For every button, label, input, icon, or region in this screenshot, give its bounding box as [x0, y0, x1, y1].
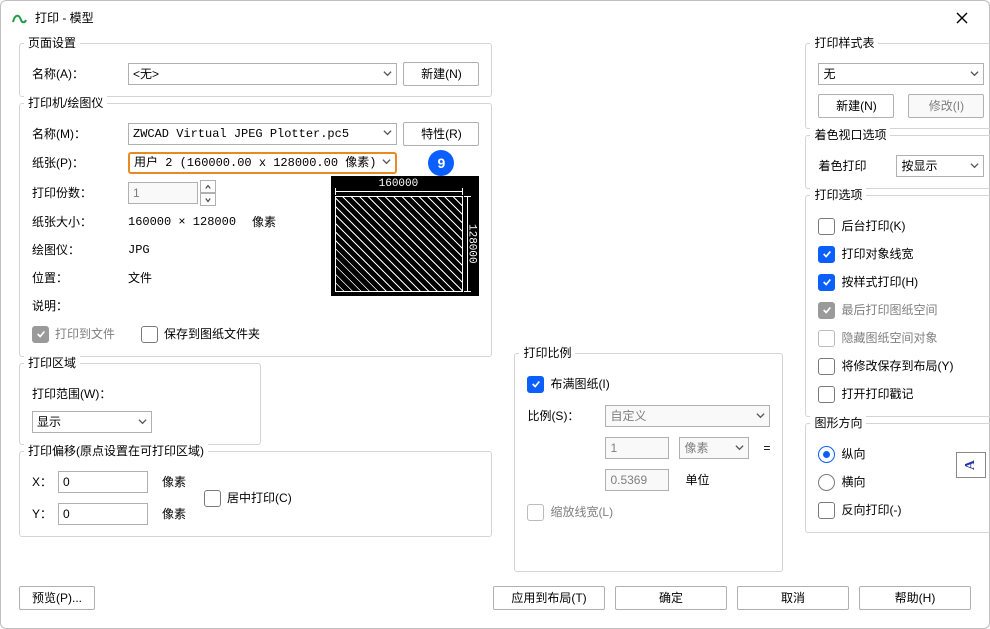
input-offset-x[interactable]: 0 — [58, 471, 148, 493]
label-location: 位置： — [32, 271, 122, 285]
button-ok[interactable]: 确定 — [615, 586, 727, 610]
label-papersize: 纸张大小： — [32, 215, 122, 229]
label-scope: 打印范围(W)： — [32, 387, 111, 401]
button-preview[interactable]: 预览(P)... — [19, 586, 95, 610]
spinner-copies[interactable]: 1 — [128, 180, 216, 206]
close-icon — [956, 12, 968, 24]
group-orientation: 图形方向 纵向 横向 反向打印(-) A — [805, 423, 990, 533]
combo-printer-name[interactable]: ZWCAD Virtual JPEG Plotter.pc5 — [128, 123, 397, 145]
combo-plot-style[interactable]: 无 — [818, 63, 984, 85]
unit-papersize: 像素 — [252, 215, 276, 229]
label-equals: = — [763, 441, 770, 455]
checkbox-scale-lineweight: 缩放线宽(L) — [527, 504, 613, 521]
value-location: 文件 — [128, 271, 152, 285]
group-offset: 打印偏移(原点设置在可打印区域) X： 0 像素 Y： 0 像素 — [19, 451, 492, 537]
label-description: 说明： — [32, 299, 122, 313]
copies-down[interactable] — [200, 193, 216, 206]
input-scale-units: 0.5369 — [605, 469, 669, 491]
input-copies[interactable]: 1 — [128, 182, 198, 204]
chevron-down-icon — [383, 67, 392, 81]
checkbox-plot-lineweights[interactable]: 打印对象线宽 — [818, 242, 984, 266]
legend-options: 打印选项 — [810, 188, 866, 202]
group-printer: 打印机/绘图仪 名称(M)： ZWCAD Virtual JPEG Plotte… — [19, 103, 492, 357]
button-apply-to-layout[interactable]: 应用到布局(T) — [493, 586, 605, 610]
label-plotter: 绘图仪： — [32, 243, 122, 257]
chevron-down-icon — [756, 409, 765, 423]
value-papersize: 160000 × 128000 — [128, 215, 236, 229]
button-style-new[interactable]: 新建(N) — [818, 94, 894, 118]
chevron-down-icon — [138, 415, 147, 429]
combo-shade[interactable]: 按显示 — [896, 155, 984, 177]
copies-up[interactable] — [200, 180, 216, 193]
checkbox-save-to-layout[interactable]: 将修改保存到布局(Y) — [818, 354, 984, 378]
checkbox-plot-stamp[interactable]: 打开打印戳记 — [818, 382, 984, 406]
label-printer-name: 名称(M)： — [32, 127, 122, 141]
value-plotter: JPG — [128, 243, 150, 257]
group-plot-options: 打印选项 后台打印(K) 打印对象线宽 按样式打印(H) 最后打印图纸空间 隐藏… — [805, 195, 990, 417]
checkbox-fit-to-paper[interactable]: 布满图纸(I) — [527, 376, 609, 393]
combo-scope[interactable]: 显示 — [32, 411, 152, 433]
label-units: 单位 — [685, 473, 709, 487]
group-plot-style: 打印样式表 无 新建(N) 修改(I) — [805, 43, 990, 129]
button-printer-properties[interactable]: 特性(R) — [403, 122, 479, 146]
close-button[interactable] — [945, 1, 979, 35]
checkbox-reverse-plot[interactable]: 反向打印(-) — [818, 498, 984, 522]
label-paper: 纸张(P)： — [32, 156, 122, 170]
title-bar: 打印 - 模型 — [1, 1, 989, 35]
legend-page-setup: 页面设置 — [24, 36, 80, 50]
chevron-down-icon — [970, 159, 979, 173]
chevron-down-icon — [970, 67, 979, 81]
label-offset-x: X： — [32, 475, 52, 489]
checkbox-print-to-file: 打印到文件 — [32, 326, 115, 343]
button-help[interactable]: 帮助(H) — [859, 586, 971, 610]
paper-preview: 160000 128000 — [331, 176, 479, 296]
input-offset-y[interactable]: 0 — [58, 503, 148, 525]
group-print-area: 打印区域 打印范围(W)： 显示 — [19, 363, 261, 445]
checkbox-background-plot[interactable]: 后台打印(K) — [818, 214, 984, 238]
checkbox-last-paperspace: 最后打印图纸空间 — [818, 298, 984, 322]
checkbox-plot-by-style[interactable]: 按样式打印(H) — [818, 270, 984, 294]
chevron-down-icon — [735, 441, 744, 455]
step-marker: 9 — [428, 150, 454, 176]
checkbox-hide-paperspace: 隐藏图纸空间对象 — [818, 326, 984, 350]
label-ratio: 比例(S)： — [527, 409, 599, 423]
button-style-modify: 修改(I) — [908, 94, 984, 118]
chevron-down-icon — [383, 127, 392, 141]
unit-offset-y: 像素 — [162, 507, 186, 521]
checkbox-save-to-folder[interactable]: 保存到图纸文件夹 — [141, 326, 260, 343]
legend-print-scale: 打印比例 — [519, 346, 575, 360]
checkbox-center-print[interactable]: 居中打印(C) — [204, 490, 292, 507]
group-print-scale: 打印比例 布满图纸(I) 比例(S)： 自定义 1 像素 — [514, 353, 783, 572]
combo-page-name[interactable]: <无> — [128, 63, 397, 85]
group-shade-viewport: 着色视口选项 着色打印 按显示 — [805, 135, 990, 189]
label-shade: 着色打印 — [818, 159, 890, 173]
unit-offset-x: 像素 — [162, 475, 186, 489]
input-scale-pixels: 1 — [605, 437, 669, 459]
button-cancel[interactable]: 取消 — [737, 586, 849, 610]
legend-orientation: 图形方向 — [810, 416, 866, 430]
legend-plot-style: 打印样式表 — [810, 36, 878, 50]
legend-offset: 打印偏移(原点设置在可打印区域) — [24, 444, 208, 458]
app-icon — [11, 10, 27, 26]
legend-printer: 打印机/绘图仪 — [24, 96, 107, 110]
legend-print-area: 打印区域 — [24, 356, 80, 370]
orientation-icon: A — [956, 452, 986, 478]
group-page-setup: 页面设置 名称(A)： <无> 新建(N) — [19, 43, 492, 97]
label-copies: 打印份数： — [32, 186, 122, 200]
label-offset-y: Y： — [32, 507, 52, 521]
bottom-bar: 预览(P)... 应用到布局(T) 确定 取消 帮助(H) — [1, 576, 989, 628]
legend-shade: 着色视口选项 — [810, 128, 890, 142]
chevron-down-icon — [382, 156, 391, 170]
window-title: 打印 - 模型 — [35, 11, 945, 25]
combo-paper-size[interactable]: 用户 2 (160000.00 x 128000.00 像素) — [128, 152, 397, 174]
combo-ratio: 自定义 — [605, 405, 770, 427]
label-page-name: 名称(A)： — [32, 67, 122, 81]
button-page-new[interactable]: 新建(N) — [403, 62, 479, 86]
combo-scale-unit: 像素 — [679, 437, 749, 459]
